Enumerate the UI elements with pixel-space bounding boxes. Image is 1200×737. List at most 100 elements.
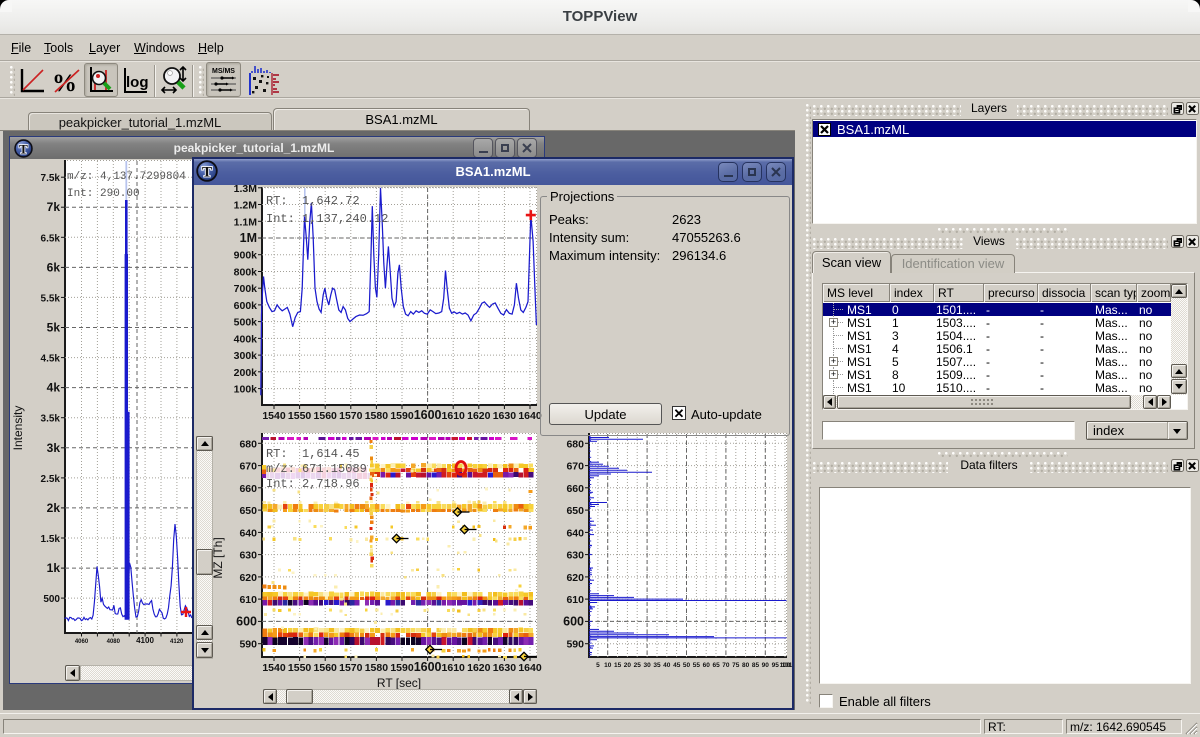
svg-text:590: 590 [566,639,584,651]
svg-text:1640: 1640 [518,662,542,674]
svg-text:7k: 7k [47,200,61,214]
svg-text:30: 30 [643,662,651,669]
svg-text:RT: 1,642.72: RT: 1,642.72 [266,194,360,208]
svg-text:2k: 2k [47,501,61,515]
svg-text:MS/MS: MS/MS [212,68,235,75]
svg-text:1.2M: 1.2M [234,200,258,212]
svg-text:650: 650 [566,505,584,517]
svg-text:80: 80 [742,662,750,669]
svg-text:1620: 1620 [467,662,491,674]
svg-text:630: 630 [239,550,257,562]
svg-text:100k: 100k [234,384,258,396]
svg-text:1580: 1580 [365,410,389,422]
svg-text:660: 660 [239,483,257,495]
svg-text:3k: 3k [47,441,61,455]
svg-text:400k: 400k [234,333,258,345]
svg-text:600k: 600k [234,300,258,312]
svg-text:Int: 1,137,240.12: Int: 1,137,240.12 [266,212,388,226]
svg-text:Int: 290.00: Int: 290.00 [67,188,140,200]
svg-text:600: 600 [563,614,584,628]
svg-text:500: 500 [43,594,60,605]
svg-text:640: 640 [239,527,257,539]
svg-text:590: 590 [239,639,257,651]
svg-text:6.5k: 6.5k [41,233,61,244]
svg-text:900k: 900k [234,250,258,262]
svg-text:50: 50 [683,662,691,669]
svg-text:10: 10 [604,662,612,669]
svg-text:m/z: 671.15089: m/z: 671.15089 [266,462,367,476]
svg-text:101: 101 [782,662,793,669]
svg-text:500k: 500k [234,317,258,329]
svg-text:25: 25 [634,662,642,669]
svg-text:680: 680 [239,438,257,450]
svg-text:log: log [126,74,149,91]
svg-text:1630: 1630 [493,662,517,674]
svg-text:1610: 1610 [442,410,466,422]
svg-text:1.1M: 1.1M [234,216,258,228]
svg-text:670: 670 [239,461,257,473]
svg-text:Intensity: Intensity [11,406,25,451]
svg-text:610: 610 [566,594,584,606]
svg-text:4080: 4080 [107,639,121,645]
svg-text:1590: 1590 [390,410,414,422]
svg-text:620: 620 [239,572,257,584]
svg-text:4.5k: 4.5k [41,354,61,365]
svg-text:300k: 300k [234,350,258,362]
svg-text:1580: 1580 [365,662,389,674]
svg-text:6k: 6k [47,260,61,274]
svg-text:4100: 4100 [136,636,154,645]
svg-text:1540: 1540 [262,410,286,422]
svg-text:5: 5 [596,662,600,669]
svg-text:T: T [202,165,212,181]
svg-text:1M: 1M [240,231,257,245]
svg-text:1560: 1560 [314,662,338,674]
svg-text:630: 630 [566,550,584,562]
svg-text:5.5k: 5.5k [41,293,61,304]
svg-text:680: 680 [566,438,584,450]
svg-text:700k: 700k [234,283,258,295]
svg-text:MZ [Th]: MZ [Th] [211,537,225,578]
svg-text:1.5k: 1.5k [41,534,61,545]
svg-text:200k: 200k [234,367,258,379]
svg-text:35: 35 [653,662,661,669]
svg-text:65: 65 [712,662,720,669]
svg-text:m/z: 4,137.7299804: m/z: 4,137.7299804 [67,171,186,183]
svg-text:650: 650 [239,505,257,517]
svg-text:95: 95 [772,662,780,669]
svg-text:1550: 1550 [288,410,312,422]
svg-text:1640: 1640 [518,410,542,422]
svg-text:1560: 1560 [314,410,338,422]
svg-text:670: 670 [566,461,584,473]
svg-text:75: 75 [732,662,740,669]
svg-text:1550: 1550 [288,662,312,674]
svg-text:55: 55 [693,662,701,669]
svg-text:1k: 1k [47,561,61,575]
svg-text:640: 640 [566,527,584,539]
svg-text:1620: 1620 [467,410,491,422]
svg-text:4120: 4120 [170,639,184,645]
svg-text:660: 660 [566,483,584,495]
svg-text:800k: 800k [234,267,258,279]
svg-text:20: 20 [624,662,632,669]
svg-text:4060: 4060 [75,639,89,645]
svg-text:1570: 1570 [339,662,363,674]
svg-text:15: 15 [614,662,622,669]
svg-text:2.5k: 2.5k [41,474,61,485]
svg-text:RT: 1,614.45: RT: 1,614.45 [266,447,360,461]
svg-text:85: 85 [752,662,760,669]
svg-text:1600: 1600 [414,408,442,422]
svg-text:1590: 1590 [390,662,414,674]
svg-text:3.5k: 3.5k [41,414,61,425]
svg-text:1600: 1600 [414,660,442,674]
svg-text:610: 610 [239,594,257,606]
svg-text:1630: 1630 [493,410,517,422]
svg-text:60: 60 [703,662,711,669]
svg-text:45: 45 [673,662,681,669]
svg-text:600: 600 [236,614,257,628]
svg-text:1.3M: 1.3M [234,185,258,195]
svg-text:1540: 1540 [262,662,286,674]
svg-text:5k: 5k [47,321,61,335]
svg-text:1610: 1610 [442,662,466,674]
svg-text:620: 620 [566,572,584,584]
svg-text:Int: 2,718.96: Int: 2,718.96 [266,477,360,491]
